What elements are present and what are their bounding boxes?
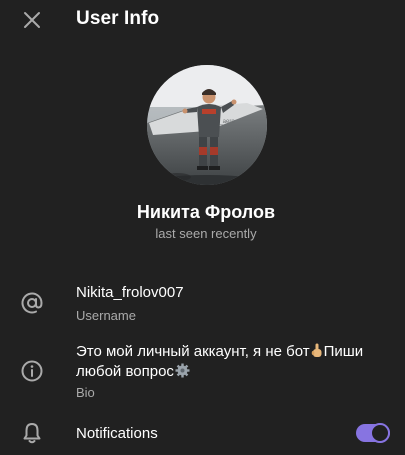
header-title: User Info — [76, 8, 160, 29]
bio-label: Bio — [76, 385, 95, 400]
user-photo: sams_aero — [147, 65, 267, 185]
bell-icon — [20, 421, 44, 445]
close-button[interactable] — [18, 6, 46, 34]
hand-pointing-up-emoji — [311, 343, 323, 358]
gear-emoji — [175, 363, 190, 378]
info-icon — [20, 359, 44, 383]
bio-text-part1: Это мой личный аккаунт, я не бот — [76, 343, 310, 360]
bio-text: Это мой личный аккаунт, я не бот Пиши люб… — [76, 342, 398, 382]
notifications-label: Notifications — [76, 425, 158, 442]
avatar[interactable]: sams_aero — [147, 65, 267, 185]
username-label: Username — [76, 308, 136, 323]
last-seen-status: last seen recently — [155, 226, 257, 241]
notifications-toggle[interactable] — [356, 423, 390, 443]
username-value[interactable]: Nikita_frolov007 — [76, 284, 184, 301]
close-icon — [24, 12, 40, 28]
toggle-knob — [370, 423, 390, 443]
profile-name: Никита Фролов — [136, 202, 276, 222]
user-info-panel: User Info sams_aero — [0, 0, 405, 455]
at-sign-icon — [20, 291, 44, 315]
header: User Info — [0, 0, 405, 40]
